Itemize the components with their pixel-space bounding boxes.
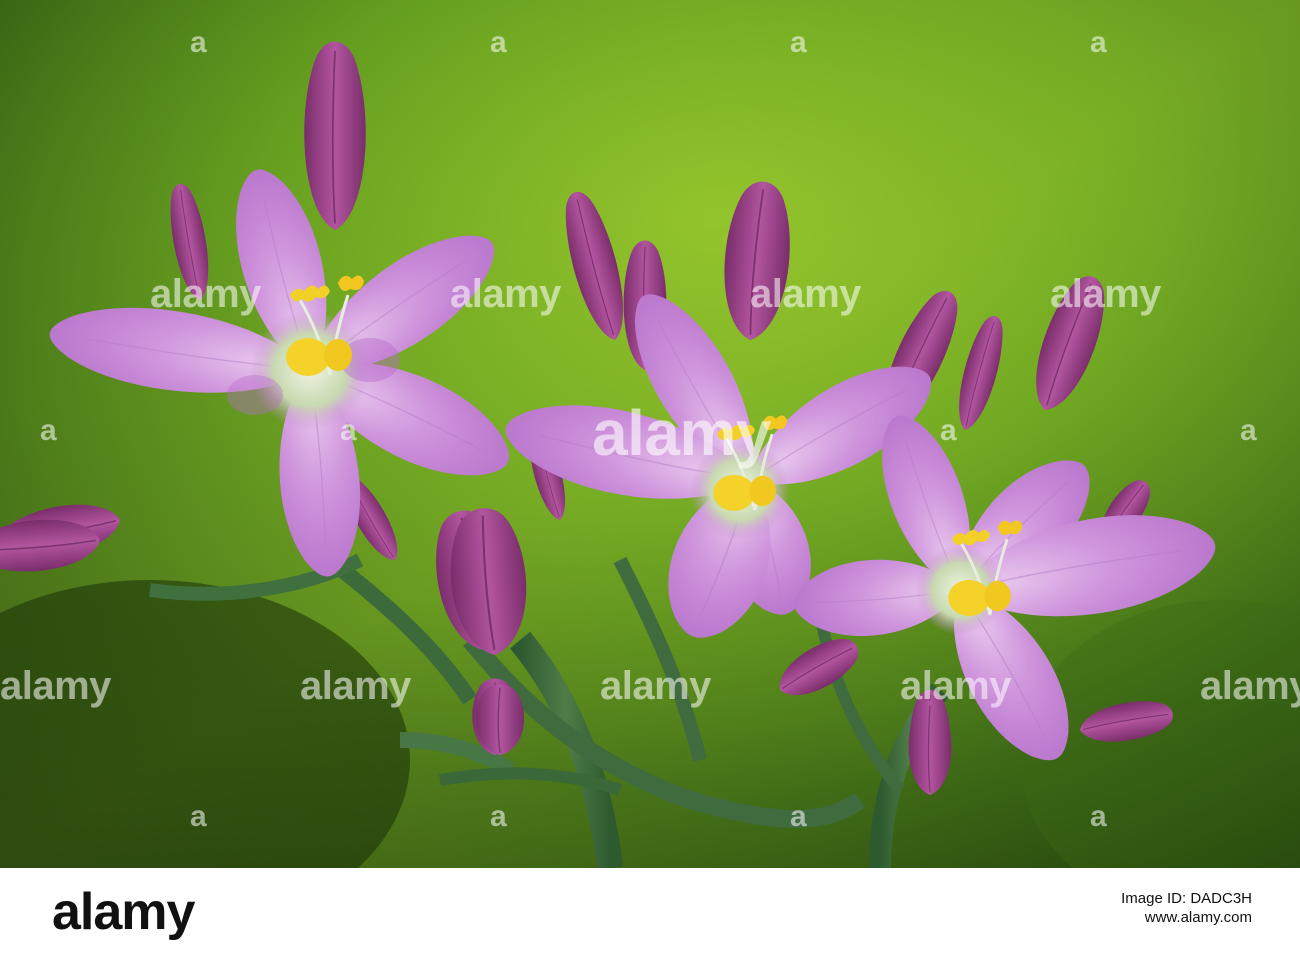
footer-brand-logo: alamy bbox=[52, 883, 195, 941]
footer-bar: alamy Image ID: DADC3H www.alamy.com bbox=[0, 868, 1300, 956]
image-id: Image ID: DADC3H bbox=[1121, 890, 1252, 907]
flower-photo: a a a a alamy alamy alamy alamy a a alam… bbox=[0, 0, 1300, 868]
footer-meta: Image ID: DADC3H www.alamy.com bbox=[1121, 890, 1252, 926]
centaury-flowers-image bbox=[0, 0, 1300, 868]
site-url: www.alamy.com bbox=[1144, 909, 1252, 926]
